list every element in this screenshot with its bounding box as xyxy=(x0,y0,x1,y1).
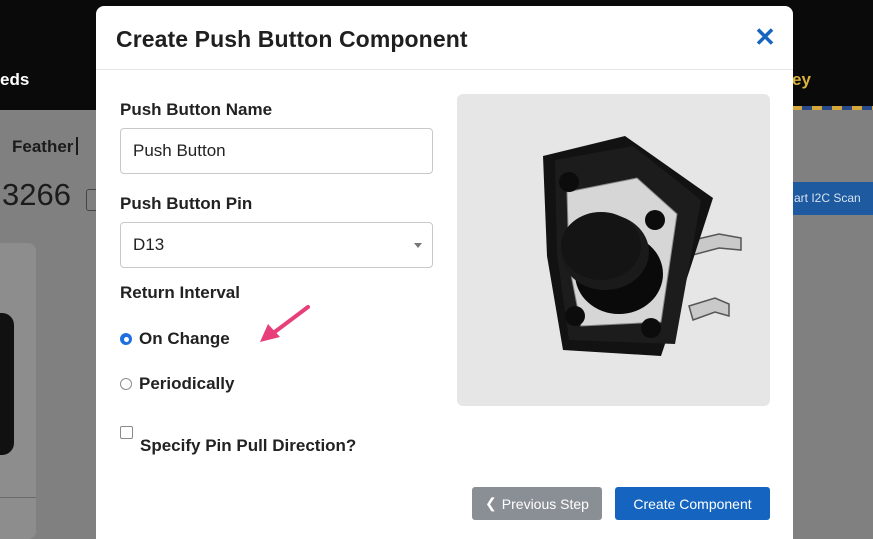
create-component-dialog: Create Push Button Component ✕ Push Butt… xyxy=(96,6,793,539)
radio-periodically[interactable]: Periodically xyxy=(120,374,234,394)
dialog-title: Create Push Button Component xyxy=(116,26,468,52)
radio-periodically-label: Periodically xyxy=(139,374,235,393)
background-i2c-scan-button: art I2C Scan xyxy=(792,182,873,215)
push-button-name-label: Push Button Name xyxy=(120,100,273,119)
pull-direction-checkbox[interactable] xyxy=(120,426,133,439)
push-button-pin-label: Push Button Pin xyxy=(120,194,253,213)
radio-on-change-label: On Change xyxy=(139,329,230,348)
background-nav-item-active: ey xyxy=(792,70,811,89)
return-interval-label: Return Interval xyxy=(120,283,240,302)
background-nav-item: eds xyxy=(0,70,30,89)
component-preview-image xyxy=(457,94,770,406)
previous-step-button[interactable]: ❮ Previous Step xyxy=(472,487,602,520)
push-button-pin-select[interactable]: D13 xyxy=(120,222,433,268)
pull-direction-label: Specify Pin Pull Direction? xyxy=(140,436,357,455)
radio-unselected-icon[interactable] xyxy=(120,378,132,390)
annotation-arrow-icon xyxy=(260,305,310,342)
create-component-button[interactable]: Create Component xyxy=(615,487,770,520)
radio-on-change[interactable]: On Change xyxy=(120,329,230,349)
previous-step-label: Previous Step xyxy=(501,495,589,512)
background-divider xyxy=(0,497,36,498)
background-chip-label: 3266 xyxy=(2,177,71,212)
push-button-name-input[interactable] xyxy=(120,128,433,174)
chevron-down-icon xyxy=(414,242,422,248)
background-board-title: Feather xyxy=(12,137,79,157)
dialog-divider xyxy=(96,69,793,70)
chevron-left-icon: ❮ xyxy=(485,495,497,511)
tactile-push-button-icon xyxy=(543,136,742,356)
close-icon[interactable]: ✕ xyxy=(752,24,778,50)
radio-selected-icon[interactable] xyxy=(120,333,132,345)
background-board-image xyxy=(0,313,14,455)
pin-select-value: D13 xyxy=(133,235,165,254)
